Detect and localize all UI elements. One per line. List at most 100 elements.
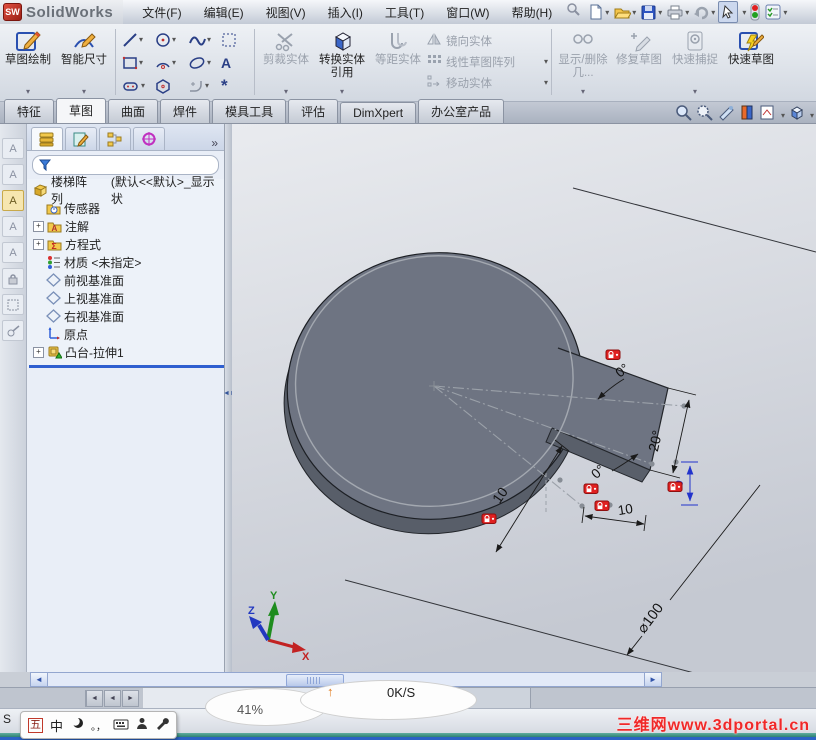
repair-sketch-button[interactable]: 修复草图: [611, 26, 667, 98]
tree-filter-input[interactable]: [32, 155, 219, 175]
offset-entities-button[interactable]: 等距实体: [370, 26, 426, 98]
display-delete-relations-button[interactable]: 显示/删除几... ▾: [555, 26, 611, 98]
first-tab-button[interactable]: ◄: [85, 690, 103, 707]
quick-snaps-button[interactable]: 快速捕捉 ▾: [667, 26, 723, 98]
tab-features[interactable]: 特征: [4, 99, 54, 123]
zoom-fit-icon[interactable]: [675, 104, 693, 126]
open-document-button[interactable]: ▾: [612, 2, 637, 22]
options-dropdown[interactable]: ▾: [783, 8, 787, 17]
stamp-tool-icon[interactable]: [2, 294, 24, 315]
ime-chinese-mode-button[interactable]: 中: [50, 716, 63, 735]
tab-evaluate[interactable]: 评估: [288, 99, 338, 123]
mirror-entities-button[interactable]: 镜向实体: [426, 30, 548, 51]
weld-symbol-tool-icon[interactable]: [2, 320, 24, 341]
ime-halfwidth-icon[interactable]: [70, 717, 84, 734]
marquee-select-tool[interactable]: [218, 28, 251, 51]
view-settings-icon[interactable]: [759, 104, 777, 126]
menu-insert[interactable]: 插入(I): [317, 1, 374, 24]
sketch-text-tool[interactable]: A: [218, 51, 251, 74]
configuration-manager-tab[interactable]: [99, 127, 131, 150]
pan-rotate-icon[interactable]: [717, 104, 735, 126]
print-dropdown[interactable]: ▾: [685, 8, 689, 17]
undo-dropdown[interactable]: ▾: [711, 8, 715, 17]
linear-sketch-pattern-button[interactable]: 线性草图阵列 ▾: [426, 51, 548, 72]
menu-edit[interactable]: 编辑(E): [193, 1, 255, 24]
menu-tools[interactable]: 工具(T): [374, 1, 435, 24]
linear-pattern-dropdown[interactable]: ▾: [544, 57, 548, 66]
balloon-tool-icon[interactable]: A: [2, 242, 24, 263]
circle-tool[interactable]: ▾: [152, 28, 185, 51]
rectangle-tool[interactable]: ▾: [119, 51, 152, 74]
tree-item-right-plane[interactable]: 右视基准面: [29, 307, 224, 325]
next-tab-button[interactable]: ►: [122, 690, 139, 707]
open-dropdown[interactable]: ▾: [632, 8, 636, 17]
datum-tool-icon[interactable]: A: [2, 216, 24, 237]
scroll-left-button[interactable]: ◄: [31, 673, 48, 686]
new-document-button[interactable]: ▾: [587, 2, 610, 22]
menu-view[interactable]: 视图(V): [255, 1, 317, 24]
rapid-sketch-button[interactable]: 快速草图: [723, 26, 779, 98]
ime-language-bar[interactable]: 五 中 。，: [20, 711, 177, 739]
open-note-tool-icon[interactable]: A: [2, 190, 24, 211]
tree-item-top-plane[interactable]: 上视基准面: [29, 289, 224, 307]
ime-settings-wrench-icon[interactable]: [155, 717, 169, 733]
menu-window[interactable]: 窗口(W): [435, 1, 500, 24]
smart-dimension-dropdown[interactable]: ▾: [82, 85, 86, 98]
print-button[interactable]: ▾: [665, 2, 690, 22]
undo-button[interactable]: ▾: [692, 2, 716, 22]
convert-entities-button[interactable]: 转换实体引用 ▾: [314, 26, 370, 98]
trim-dropdown[interactable]: ▾: [284, 85, 288, 98]
options-button[interactable]: ▾: [763, 2, 788, 22]
sketch-dropdown[interactable]: ▾: [26, 85, 30, 98]
save-button[interactable]: ▾: [639, 2, 663, 22]
tab-sketch[interactable]: 草图: [56, 98, 106, 123]
ime-softkeyboard-icon[interactable]: [113, 718, 129, 733]
collaboration-traffic-light-icon[interactable]: [749, 2, 761, 22]
tree-item-origin[interactable]: 原点: [29, 325, 224, 343]
ime-user-icon[interactable]: [136, 717, 148, 733]
property-manager-tab[interactable]: [65, 127, 97, 150]
tree-rollback-bar[interactable]: [29, 365, 224, 368]
view-orientation-cube-icon[interactable]: [788, 104, 806, 126]
section-view-icon[interactable]: [738, 104, 756, 126]
line-tool[interactable]: ▾: [119, 28, 152, 51]
ime-wubi-button[interactable]: 五: [28, 718, 43, 733]
tree-root-part[interactable]: 楼梯阵列 (默认<<默认>_显示状: [29, 181, 224, 199]
menu-help[interactable]: 帮助(H): [501, 1, 564, 24]
panel-overflow-chevron[interactable]: »: [211, 136, 218, 150]
view-settings-dropdown[interactable]: ▾: [781, 111, 785, 120]
tab-mold-tools[interactable]: 模具工具: [212, 99, 286, 123]
expand-equations[interactable]: +: [33, 239, 44, 250]
menu-file[interactable]: 文件(F): [131, 1, 192, 24]
ellipse-tool[interactable]: ▾: [185, 51, 218, 74]
tree-item-front-plane[interactable]: 前视基准面: [29, 271, 224, 289]
tree-item-equations[interactable]: + Σ 方程式: [29, 235, 224, 253]
zoom-area-icon[interactable]: [696, 104, 714, 126]
convert-dropdown[interactable]: ▾: [340, 85, 344, 98]
tree-item-boss-extrude1[interactable]: + 凸台-拉伸1: [29, 343, 224, 361]
tree-item-material[interactable]: 材质 <未指定>: [29, 253, 224, 271]
note-tool-icon[interactable]: A: [2, 138, 24, 159]
lock-note-tool-icon[interactable]: [2, 268, 24, 289]
graphics-area[interactable]: 0° 20° 10 0° 10 10 ⌀1: [232, 124, 816, 672]
note-edit-tool-icon[interactable]: A: [2, 164, 24, 185]
spline-tool[interactable]: ▾: [185, 28, 218, 51]
display-delete-dropdown[interactable]: ▾: [581, 85, 585, 98]
expand-annotations[interactable]: +: [33, 221, 44, 232]
expand-boss-extrude1[interactable]: +: [33, 347, 44, 358]
quick-snaps-dropdown[interactable]: ▾: [693, 85, 697, 98]
dimxpert-manager-tab[interactable]: [133, 127, 165, 150]
point-tool[interactable]: *: [218, 74, 251, 97]
tab-office-products[interactable]: 办公室产品: [418, 99, 504, 123]
tab-surfaces[interactable]: 曲面: [108, 99, 158, 123]
menu-pin-icon[interactable]: [565, 2, 581, 23]
move-entities-dropdown[interactable]: ▾: [544, 78, 548, 87]
feature-manager-tab[interactable]: [31, 127, 63, 150]
select-tool-button[interactable]: [718, 1, 738, 23]
scroll-right-button[interactable]: ►: [644, 673, 661, 686]
smart-dimension-button[interactable]: 智能尺寸 ▾: [56, 26, 112, 98]
tab-dimxpert[interactable]: DimXpert: [340, 102, 416, 123]
tree-item-annotations[interactable]: + A 注解: [29, 217, 224, 235]
arc-tool[interactable]: ▾: [152, 51, 185, 74]
slot-tool[interactable]: ▾: [119, 74, 152, 97]
